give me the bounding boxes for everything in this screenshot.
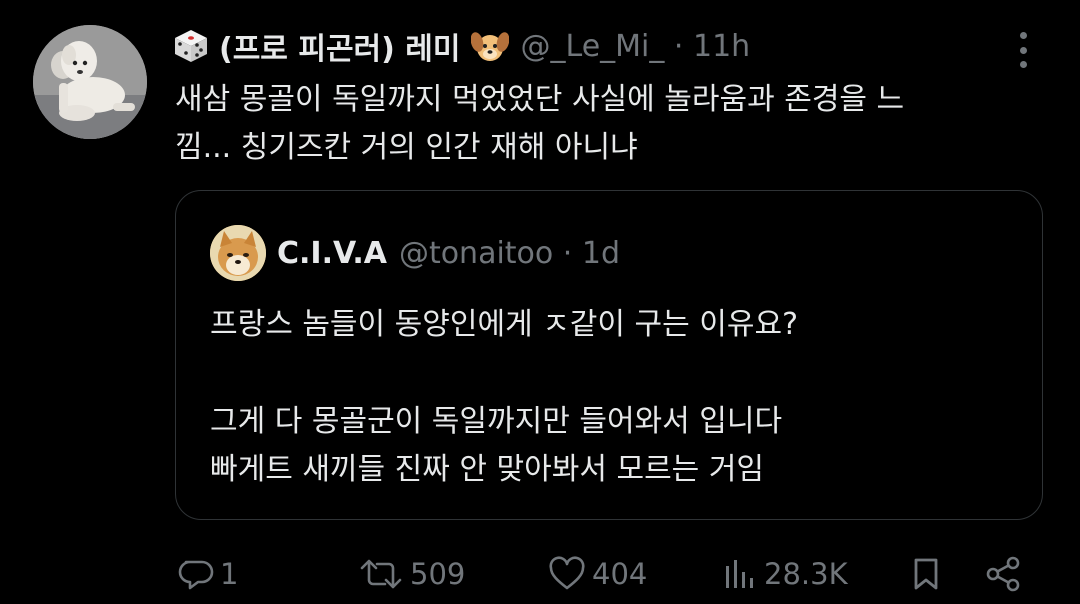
reply-button[interactable]: 1 [178,546,238,602]
tweet-header: (프로 피곤러) 레미 @_Le_Mi_ · 11h [173,24,1000,68]
shiba-photo [210,225,266,281]
quoted-text-line: 프랑스 놈들이 동양인에게 ㅈ같이 구는 이유요? [210,307,799,342]
more-options-icon[interactable] [1010,30,1036,70]
views-count: 28.3K [764,557,848,591]
display-name[interactable]: (프로 피곤러) 레미 [219,24,461,68]
like-count: 404 [592,557,648,591]
views-button[interactable]: 28.3K [722,546,848,602]
like-button[interactable]: 404 [548,546,647,602]
reply-count: 1 [220,557,239,591]
bookmark-icon [914,558,938,590]
bookmark-button[interactable] [908,546,944,602]
handle-and-time[interactable]: @_Le_Mi_ · 11h [521,29,751,64]
tweet-text: 새삼 몽골이 독일까지 먹었었단 사실에 놀라움과 존경을 느 낌... 칭기즈… [175,76,1015,172]
heart-icon [549,556,585,590]
retweet-button[interactable]: 509 [358,546,465,602]
dog-face-icon [470,32,509,61]
quoted-header: C.I.V.A @tonaitoo · 1d [277,229,620,277]
profile-avatar[interactable] [33,25,147,139]
share-icon [986,556,1020,592]
quoted-avatar[interactable] [210,225,266,281]
dog-photo [33,25,147,139]
retweet-icon [360,559,402,589]
quoted-text-line: 빠게트 새끼들 진짜 안 맞아봐서 모르는 거임 [210,452,765,487]
quoted-text-line: 그게 다 몽골군이 독일까지만 들어와서 입니다 [210,404,783,439]
retweet-count: 509 [410,557,466,591]
tweet-text-line: 새삼 몽골이 독일까지 먹었었단 사실에 놀라움과 존경을 느 [175,82,905,117]
quoted-tweet[interactable]: C.I.V.A @tonaitoo · 1d 프랑스 놈들이 동양인에게 ㅈ같이… [175,190,1043,520]
reply-icon [178,560,214,590]
dice-icon [175,30,207,62]
tweet-text-line: 낌... 칭기즈칸 거의 인간 재해 아니냐 [175,130,638,165]
views-chart-icon [726,560,753,588]
share-button[interactable] [984,546,1022,602]
quoted-handle-and-time[interactable]: @tonaitoo · 1d [399,236,620,271]
action-bar: 1 509 404 28.3K [0,546,1080,602]
quoted-display-name[interactable]: C.I.V.A [277,236,387,271]
